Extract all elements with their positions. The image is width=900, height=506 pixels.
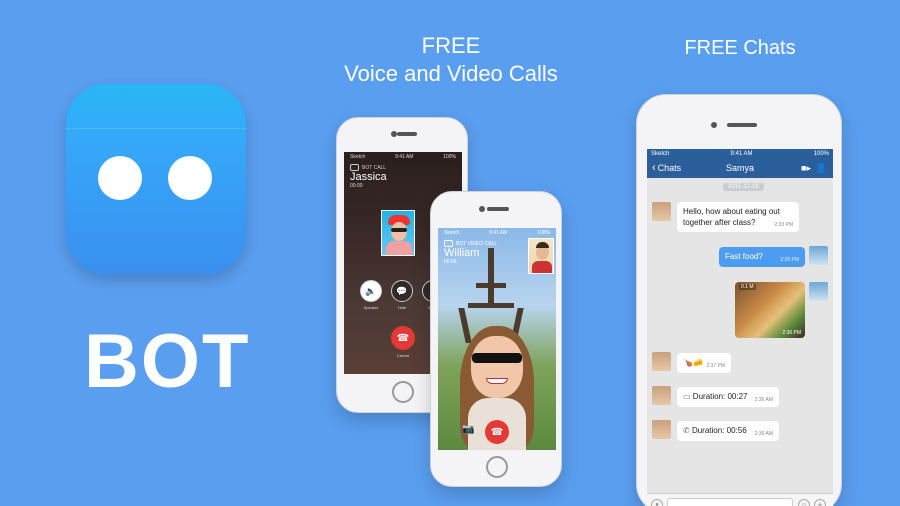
home-button[interactable] — [392, 381, 414, 403]
video-call-screen: Sketch 9:41 AM 100% BOT VIDEO CALL Willi… — [438, 228, 556, 450]
battery-label: 100% — [443, 154, 456, 160]
contact-avatar — [652, 202, 671, 221]
chats-heading: FREE Chats — [684, 37, 796, 59]
microphone-icon[interactable]: ● — [651, 499, 663, 506]
hide-button[interactable]: 💬 — [391, 280, 413, 302]
calls-heading-line2: Voice and Video Calls — [344, 61, 558, 86]
plus-icon[interactable]: + — [814, 499, 826, 506]
carrier-label: Sketch — [350, 154, 366, 160]
my-avatar — [809, 282, 828, 301]
message-bubble[interactable]: Hello, how about eating out together aft… — [677, 202, 799, 232]
emoji-icon[interactable]: ☺ — [798, 499, 810, 506]
voice-call-log[interactable]: ✆ Duration: 00:56 2:36 AM — [677, 421, 779, 441]
message-bubble-me[interactable]: Fast food? 2:35 PM — [719, 247, 805, 267]
bot-mini-icon — [444, 240, 453, 247]
chat-nav-bar: ‹ Chats Samya ■▸ 👤 — [647, 158, 833, 178]
chat-bubble-icon: 💬 — [396, 285, 408, 296]
message-list: 2015-12-18 Hello, how about eating out t… — [647, 178, 833, 493]
sticker-icon: 🍗🧀 — [683, 358, 703, 367]
hide-label: Hide — [397, 305, 407, 310]
time-label: 9:41 AM — [730, 150, 753, 157]
date-separator: 2015-12-18 — [723, 183, 764, 191]
video-icon: ▭ — [683, 392, 691, 401]
profile-icon[interactable]: 👤 — [816, 163, 827, 174]
back-label: Chats — [657, 163, 682, 173]
chat-phone: Sketch 9:41 AM 100% ‹ Chats Samya ■▸ 👤 2… — [636, 94, 842, 506]
carrier-label: Sketch — [444, 230, 460, 236]
time-label: 9:41 AM — [489, 230, 508, 236]
video-call-phone: Sketch 9:41 AM 100% BOT VIDEO CALL Willi… — [430, 191, 562, 487]
back-button[interactable]: ‹ Chats — [652, 162, 681, 174]
call-duration: 00:00 — [350, 183, 363, 189]
calls-heading-line1: FREE — [421, 33, 481, 58]
chevron-left-icon: ‹ — [652, 162, 656, 174]
camera-switch-icon[interactable]: 📷 — [462, 424, 474, 435]
cancel-call-button[interactable]: ☎ — [391, 326, 415, 350]
call-badge: BOT VIDEO CALL — [444, 240, 497, 247]
logo-left-eye — [98, 156, 142, 200]
message-input[interactable] — [667, 498, 793, 506]
video-call-icon[interactable]: ■▸ — [801, 163, 811, 174]
caller-name: Jassica — [350, 171, 387, 183]
time-label: 9:41 AM — [395, 154, 414, 160]
carrier-label: Sketch — [651, 150, 670, 157]
contact-avatar — [652, 352, 671, 371]
hang-up-icon: ☎ — [490, 426, 504, 438]
calls-heading: FREE Voice and Video Calls — [326, 32, 576, 88]
contact-avatar — [652, 386, 671, 405]
caller-thumbnail — [381, 210, 415, 256]
cancel-label: Cancel — [396, 353, 410, 358]
image-message[interactable]: 0.1 M 2:36 PM — [735, 282, 805, 338]
battery-label: 100% — [813, 150, 829, 157]
status-bar: Sketch 9:41 AM 100% — [344, 152, 462, 162]
logo-right-eye — [168, 156, 212, 200]
sticker-message[interactable]: 🍗🧀 2:37 PM — [677, 353, 731, 373]
self-view-thumbnail — [528, 238, 554, 274]
call-duration: 00:06 — [444, 259, 457, 265]
speaker-label: Speaker — [363, 305, 379, 310]
speaker-button[interactable]: 🔈 — [360, 280, 382, 302]
call-badge: BOT CALL — [350, 164, 456, 171]
caller-name: William — [444, 247, 480, 259]
contact-avatar — [652, 420, 671, 439]
status-bar: Sketch 9:41 AM 100% — [647, 149, 833, 158]
bot-logo — [66, 84, 246, 274]
battery-label: 100% — [537, 230, 550, 236]
status-bar: Sketch 9:41 AM 100% — [438, 228, 556, 238]
home-button[interactable] — [486, 456, 508, 478]
video-call-log[interactable]: ▭ Duration: 00:27 2:36 AM — [677, 387, 779, 407]
hang-up-icon: ☎ — [396, 332, 410, 344]
chat-screen: Sketch 9:41 AM 100% ‹ Chats Samya ■▸ 👤 2… — [647, 149, 833, 506]
speaker-icon: 🔈 — [365, 285, 377, 296]
end-video-call-button[interactable]: ☎ — [485, 420, 509, 444]
brand-name: BOT — [84, 319, 251, 404]
phone-icon: ✆ — [683, 426, 690, 435]
message-input-bar: ● ☺ + — [647, 493, 833, 506]
bot-mini-icon — [350, 164, 359, 171]
my-avatar — [809, 246, 828, 265]
